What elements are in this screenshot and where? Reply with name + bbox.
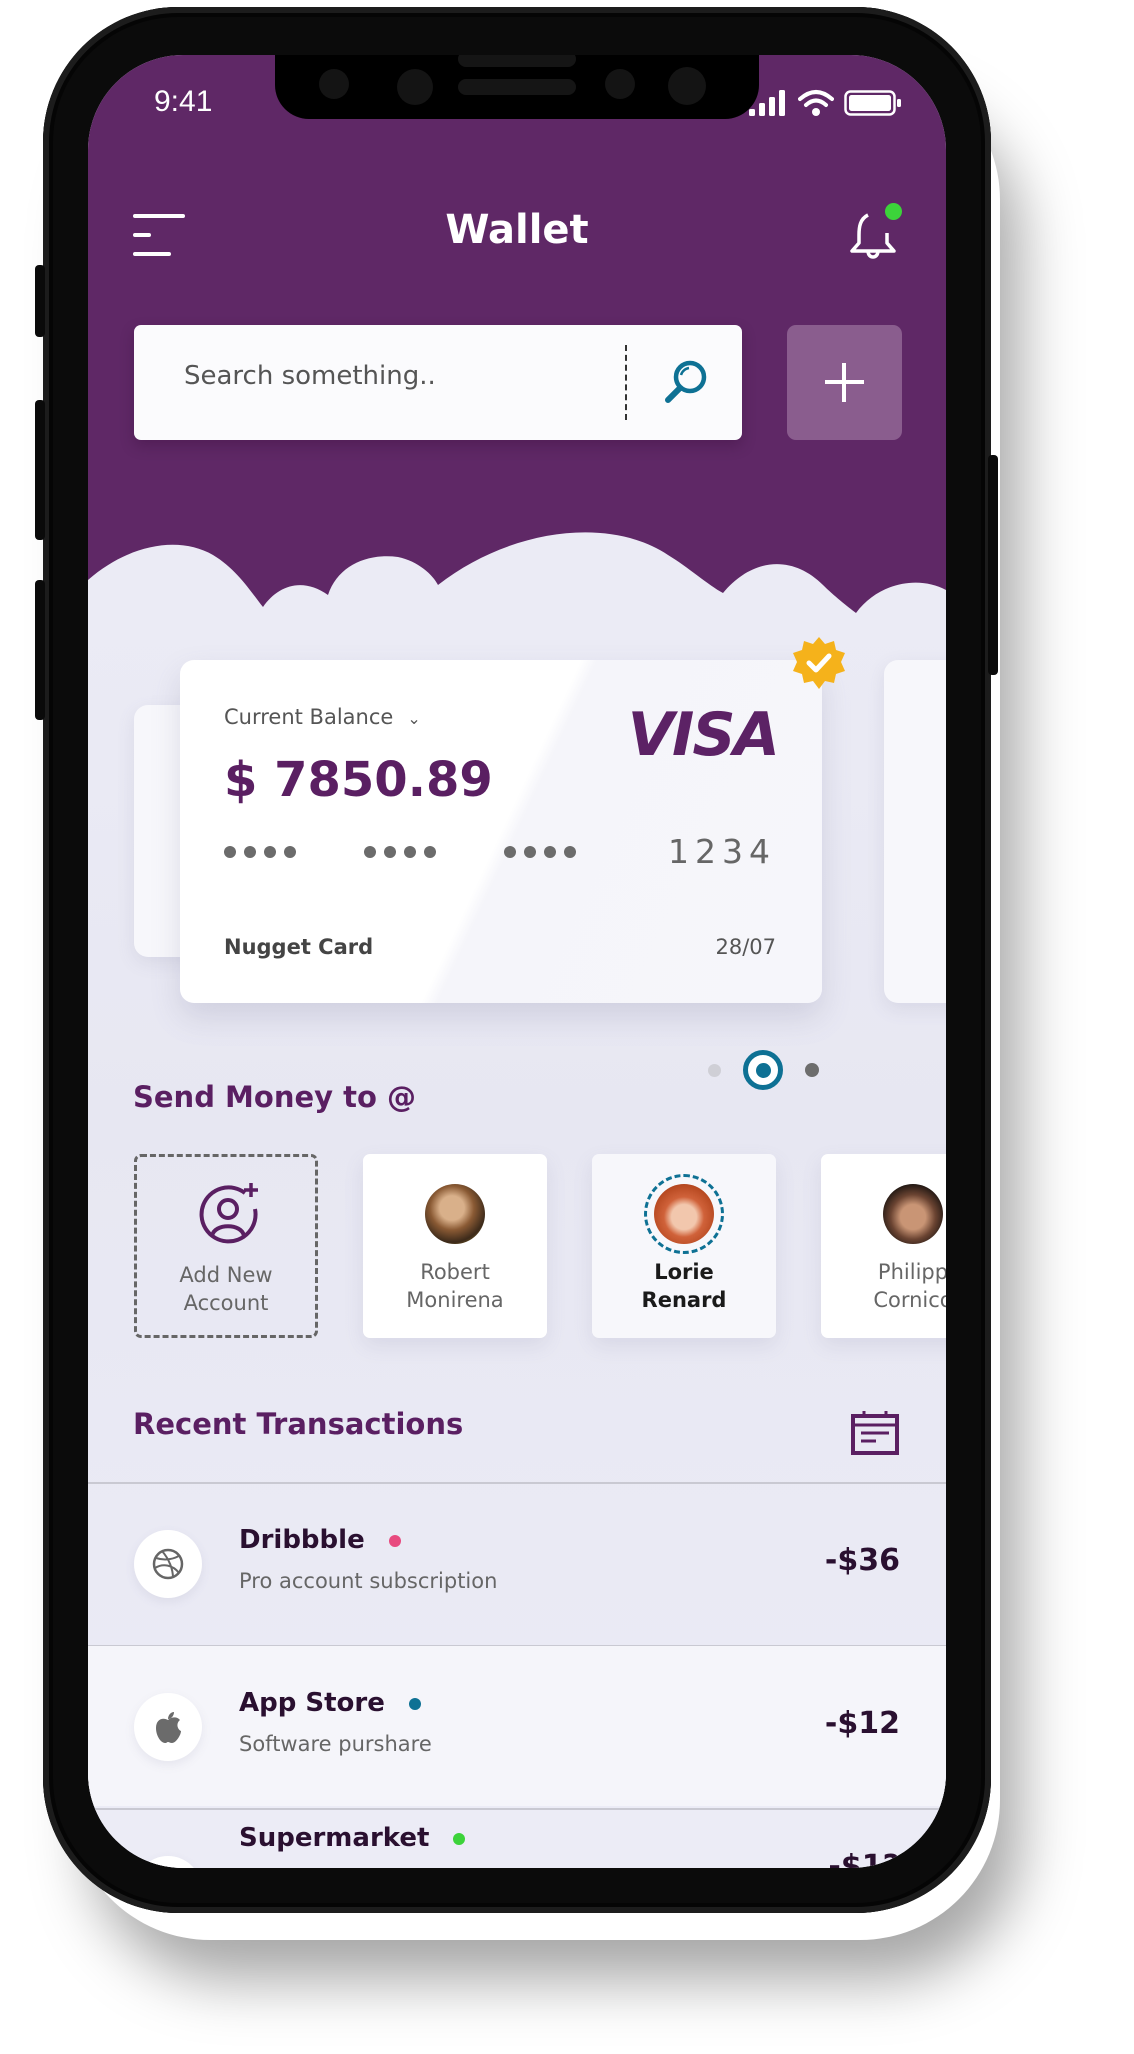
pager-dot[interactable] [708,1063,721,1077]
contact-card[interactable]: Philipp Cornico [821,1154,946,1338]
card-pager [708,1050,819,1090]
add-new-account-label: Add New Account [179,1263,273,1315]
contact-card-selected[interactable]: Lorie Renard [592,1154,776,1338]
balance-dropdown[interactable]: Current Balance ⌄ [224,705,421,729]
notifications-button[interactable] [848,203,904,263]
add-user-icon [199,1183,258,1244]
power-button [988,455,998,675]
speaker [458,79,576,95]
transaction-description: Software purshare [239,1732,432,1756]
transaction-merchant: App Store [239,1688,421,1718]
add-new-account-button[interactable]: Add New Account [134,1154,318,1338]
transaction-merchant: Dribbble [239,1525,401,1555]
transaction-row[interactable]: App Store Software purshare -$12 [88,1646,946,1806]
search-divider [625,345,627,420]
pager-dot-active[interactable] [743,1050,783,1090]
notch [275,55,759,119]
transaction-amount: -$1? [828,1849,900,1868]
card-expiry: 28/07 [715,935,776,959]
transaction-icon [134,1530,202,1598]
volume-down-button [35,580,45,720]
search-icon[interactable] [662,358,710,406]
contact-name: Robert Monirena [406,1260,504,1312]
category-dot [453,1832,466,1845]
search-input[interactable] [184,361,604,391]
contact-name: Philipp Cornico [873,1260,946,1312]
card-last4: 1234 [668,832,776,871]
transaction-amount: -$36 [824,1543,900,1578]
balance-label: Current Balance [224,705,394,729]
category-dot [408,1697,421,1710]
wifi-icon [798,90,834,116]
transaction-row[interactable]: Supermarket -$1? [88,1809,946,1868]
masked-group [504,846,576,858]
signal-icon [749,90,785,116]
contact-name: Lorie Renard [641,1260,727,1312]
notification-badge [885,203,902,220]
search-bar [134,325,742,440]
masked-group [364,846,436,858]
verified-badge-icon [793,637,845,689]
balance-amount: $ 7850.89 [224,752,493,808]
visa-logo: VISA [627,700,780,770]
send-money-title: Send Money to @ [133,1080,417,1114]
transaction-icon [134,1693,202,1761]
app-screen: 9:41 Wallet Search something.. Current B… [88,55,946,1868]
card-name: Nugget Card [224,935,374,959]
front-camera [668,67,706,105]
apple-icon [156,1712,181,1743]
credit-card[interactable]: Current Balance ⌄ $ 7850.89 VISA 1234 Nug… [180,660,822,1003]
masked-card-number [224,846,576,858]
battery-icon [844,90,901,116]
plus-icon [825,363,864,402]
page-title: Wallet [445,207,589,253]
sensor [605,69,635,99]
recent-transactions-title: Recent Transactions [133,1407,464,1441]
silent-switch [35,265,45,337]
transaction-description: Pro account subscription [239,1569,498,1593]
pager-dot[interactable] [805,1063,819,1077]
card-next[interactable] [884,660,946,1003]
dribbble-icon [152,1548,184,1580]
calendar-icon[interactable] [850,1410,900,1456]
sensor [319,69,349,99]
chevron-down-icon: ⌄ [407,709,421,728]
avatar [654,1184,714,1244]
speaker [458,55,576,67]
sensor [397,69,433,105]
contact-card[interactable]: Robert Monirena [363,1154,547,1338]
status-icons [748,89,902,117]
masked-group [224,846,296,858]
transaction-merchant: Supermarket [239,1823,466,1853]
avatar [425,1184,485,1244]
transaction-row[interactable]: Dribbble Pro account subscription -$36 [88,1483,946,1643]
add-button[interactable] [787,325,902,440]
avatar [883,1184,943,1244]
status-time: 9:41 [154,85,213,118]
transaction-amount: -$12 [824,1706,900,1741]
category-dot [388,1534,401,1547]
volume-up-button [35,400,45,540]
transaction-icon [134,1856,202,1868]
